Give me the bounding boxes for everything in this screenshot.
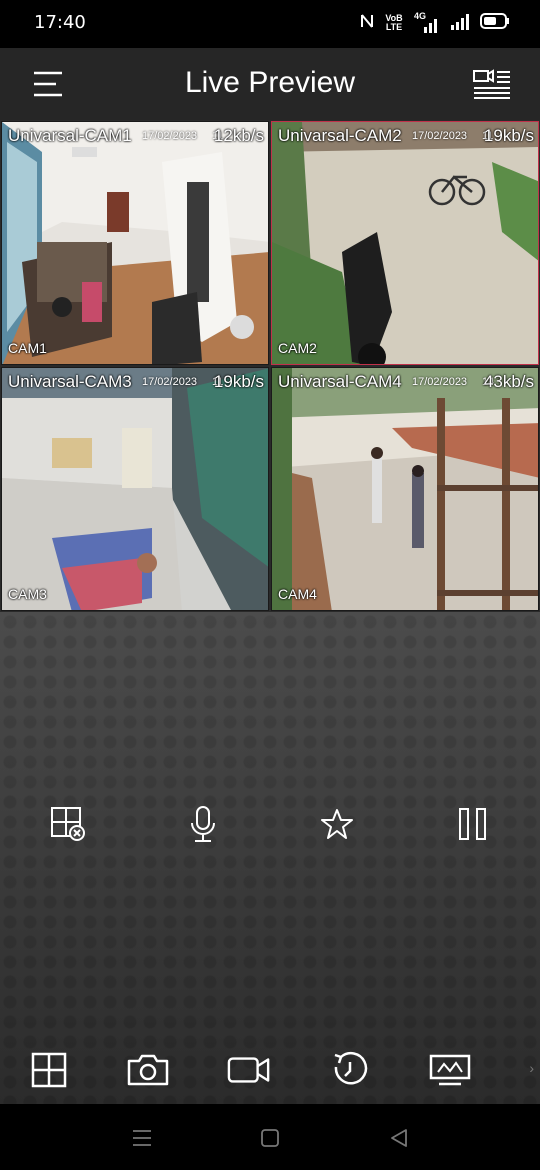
camera-feed-2 — [272, 122, 538, 364]
camera-timestamp: 17/02/2023 — [412, 130, 468, 142]
close-window-icon[interactable] — [46, 802, 90, 846]
camera-channel-label: CAM4 — [278, 586, 317, 602]
bitrate-label: 19kb/s — [213, 372, 264, 391]
status-bar: 17:40 VoB LTE 4G — [0, 0, 540, 48]
record-video-icon[interactable] — [227, 1048, 271, 1092]
battery-icon — [480, 12, 510, 35]
camera-list-icon[interactable] — [472, 68, 512, 100]
camera-tile-3[interactable]: Univarsal-CAM3 17/02/2023 11 19kb/s CAM3 — [1, 367, 269, 611]
bitrate-label: 19kb/s — [483, 126, 534, 145]
camera-feed-3 — [2, 368, 268, 610]
snapshot-camera-icon[interactable] — [126, 1048, 170, 1092]
playback-icon[interactable] — [328, 1048, 372, 1092]
camera-timestamp: 17/02/2023 — [142, 376, 198, 388]
pause-icon[interactable] — [451, 802, 495, 846]
signal-icon — [450, 12, 470, 35]
volte-icon: VoB LTE — [385, 13, 403, 32]
favorite-star-icon[interactable] — [315, 802, 359, 846]
camera-tile-4[interactable]: Univarsal-CAM4 17/02/2023 14 43kb/s CAM4 — [271, 367, 539, 611]
camera-name-label: Univarsal-CAM1 — [8, 126, 132, 145]
camera-name-label: Univarsal-CAM3 — [8, 372, 132, 391]
app-header: Live Preview — [0, 48, 540, 120]
bitrate-label: 43kb/s — [483, 372, 534, 391]
status-time: 17:40 — [34, 12, 86, 33]
system-nav-bar — [0, 1104, 540, 1170]
camera-name-label: Univarsal-CAM2 — [278, 126, 402, 145]
camera-channel-label: CAM3 — [8, 586, 47, 602]
camera-feed-1 — [2, 122, 268, 364]
camera-channel-label: CAM1 — [8, 340, 47, 356]
control-row-secondary: › — [0, 1048, 540, 1092]
page-title: Live Preview — [184, 66, 356, 99]
control-panel: › — [0, 612, 540, 1104]
microphone-icon[interactable] — [181, 802, 225, 846]
home-square-icon[interactable] — [256, 1124, 284, 1152]
more-controls-arrow[interactable]: › — [529, 1060, 534, 1076]
recents-menu-icon[interactable] — [128, 1124, 156, 1152]
control-row-primary — [0, 802, 540, 846]
camera-timestamp: 17/02/2023 — [412, 376, 468, 388]
signal-4g-icon: 4G — [414, 11, 440, 33]
bitrate-label: 12kb/s — [213, 126, 264, 145]
camera-tile-1[interactable]: Univarsal-CAM1 17/02/2023 11 12kb/s CAM1 — [1, 121, 269, 365]
camera-grid: Univarsal-CAM1 17/02/2023 11 12kb/s CAM1… — [0, 120, 540, 612]
display-monitor-icon[interactable] — [428, 1048, 472, 1092]
camera-feed-4 — [272, 368, 538, 610]
status-icons: VoB LTE 4G — [360, 11, 510, 35]
camera-timestamp: 17/02/2023 — [142, 130, 198, 142]
nfc-icon — [360, 12, 374, 35]
camera-tile-2[interactable]: Univarsal-CAM2 17/02/2023 11 19kb/s CAM2 — [271, 121, 539, 365]
split-grid-icon[interactable] — [27, 1048, 71, 1092]
camera-name-label: Univarsal-CAM4 — [278, 372, 402, 391]
camera-channel-label: CAM2 — [278, 340, 317, 356]
back-triangle-icon[interactable] — [385, 1124, 413, 1152]
